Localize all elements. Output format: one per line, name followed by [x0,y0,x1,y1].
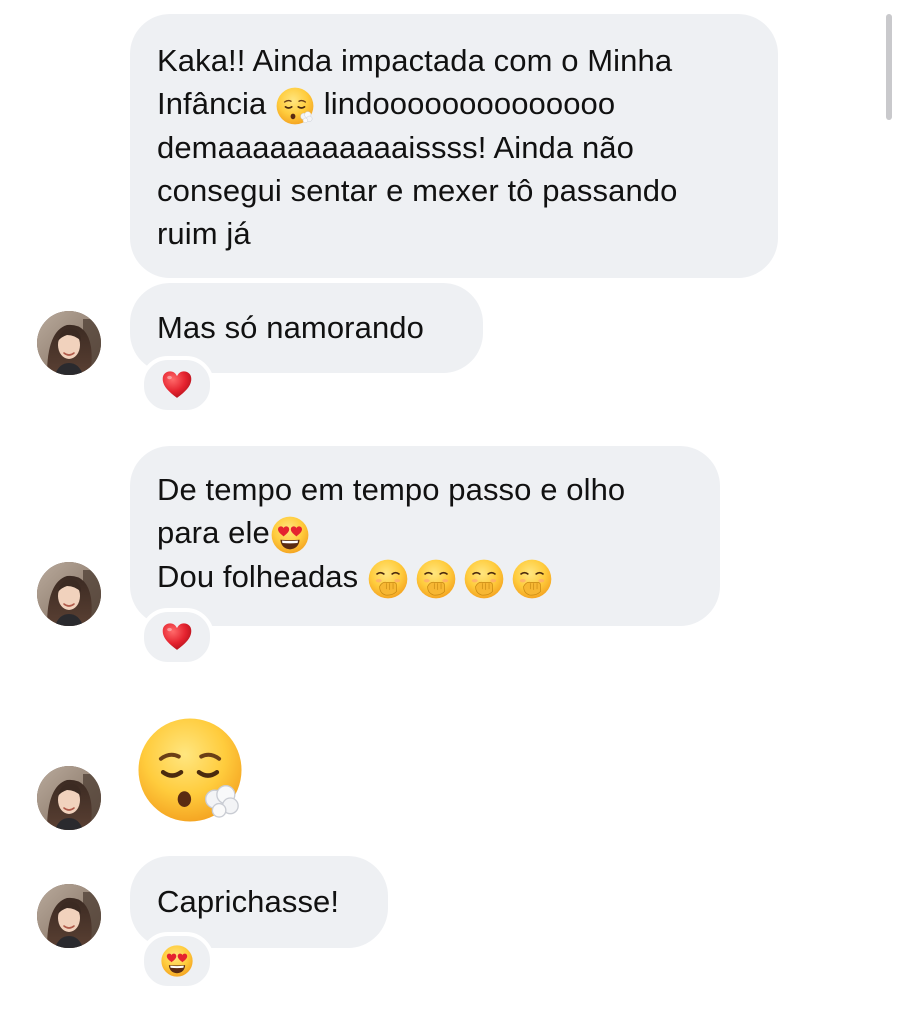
red-heart-icon [160,620,194,654]
avatar[interactable] [37,311,101,375]
hand-over-mouth-icon [463,558,505,600]
message-text-segment: Infância [157,86,276,121]
message-text-line: para ele [157,511,720,555]
reaction-badge[interactable] [140,608,214,666]
message-text-line: Kaka!! Ainda impactada com o Minha [157,43,673,78]
avatar[interactable] [37,884,101,948]
message-text: Mas só namorando [157,310,424,345]
message-text-line: De tempo em tempo passo e olho [157,472,626,507]
reaction-badge[interactable] [140,356,214,414]
message-bubble[interactable]: Kaka!! Ainda impactada com o Minha Infân… [130,14,778,278]
hand-over-mouth-icon [511,558,553,600]
message-text-line: ruim já [157,215,251,251]
heart-eyes-icon [270,515,310,555]
hand-over-mouth-icon [415,558,457,600]
reaction-badge[interactable] [140,932,214,990]
message-text-line: Dou folheadas [157,555,720,600]
message-text: Caprichasse! [157,884,340,919]
message-text-segment: Dou folheadas [157,558,367,594]
face-exhaling-icon [275,86,315,126]
message-bubble[interactable]: De tempo em tempo passo e olho para ele … [130,446,720,626]
avatar[interactable] [37,766,101,830]
message-text-segment: lindoooooooooooooo [315,86,616,121]
scrollbar-thumb[interactable] [886,14,892,120]
face-exhaling-icon[interactable] [134,714,246,826]
message-text-line: consegui sentar e mexer tô passando [157,172,678,208]
heart-eyes-icon [160,944,194,978]
hand-over-mouth-icon [367,558,409,600]
message-text-line: demaaaaaaaaaaaissss! Ainda não [157,129,634,165]
message-text-line: Infância lindoooooooooooooo [157,82,778,126]
avatar[interactable] [37,562,101,626]
message-text-segment: para ele [157,515,270,550]
red-heart-icon [160,368,194,402]
